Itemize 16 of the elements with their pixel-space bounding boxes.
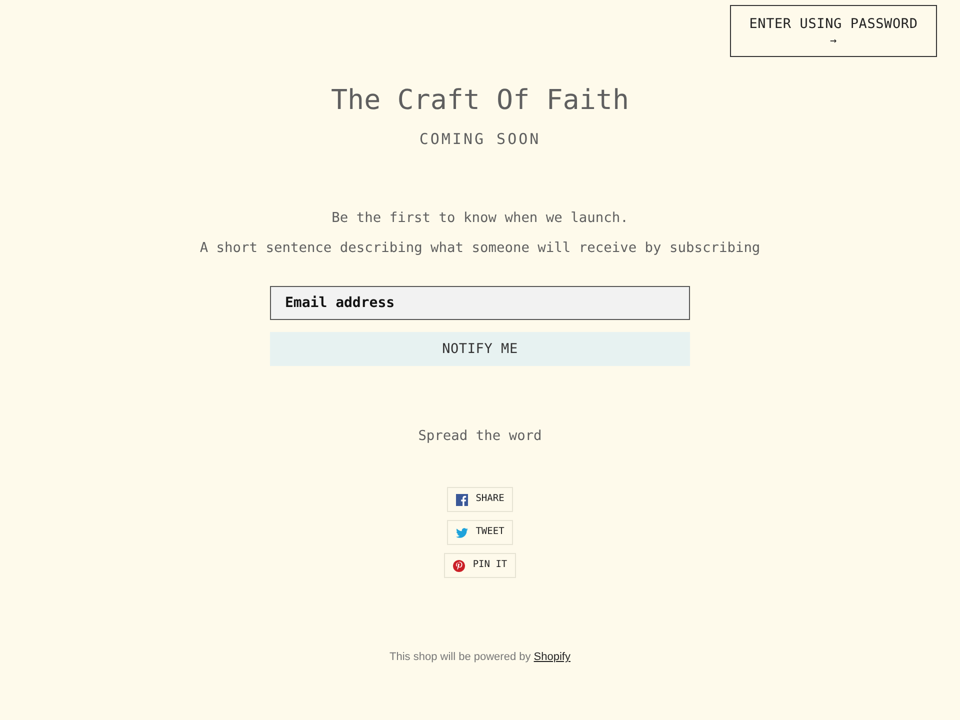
shop-title: The Craft Of Faith xyxy=(330,84,629,116)
enter-password-button[interactable]: ENTER USING PASSWORD → xyxy=(730,5,937,57)
signup-description: A short sentence describing what someone will receive by subscribing xyxy=(200,239,760,258)
email-field[interactable]: Email address xyxy=(270,286,690,320)
pin-icon xyxy=(452,560,465,572)
footer-text: This shop will be powered by Shopify xyxy=(390,650,570,665)
bird-icon xyxy=(456,528,468,538)
shopify-link[interactable]: Shopify xyxy=(534,651,570,663)
share-button[interactable]: SHARE xyxy=(446,487,514,512)
coming-soon-subtitle: COMING SOON xyxy=(419,129,541,149)
facebook-icon xyxy=(456,494,468,506)
notify-me-button[interactable]: NOTIFY ME xyxy=(270,332,690,366)
share-heading: Spread the word xyxy=(418,427,542,446)
signup-heading: Be the first to know when we launch. xyxy=(332,209,628,228)
share-button[interactable]: PIN IT xyxy=(444,553,516,578)
share-button[interactable]: TWEET xyxy=(446,520,514,545)
